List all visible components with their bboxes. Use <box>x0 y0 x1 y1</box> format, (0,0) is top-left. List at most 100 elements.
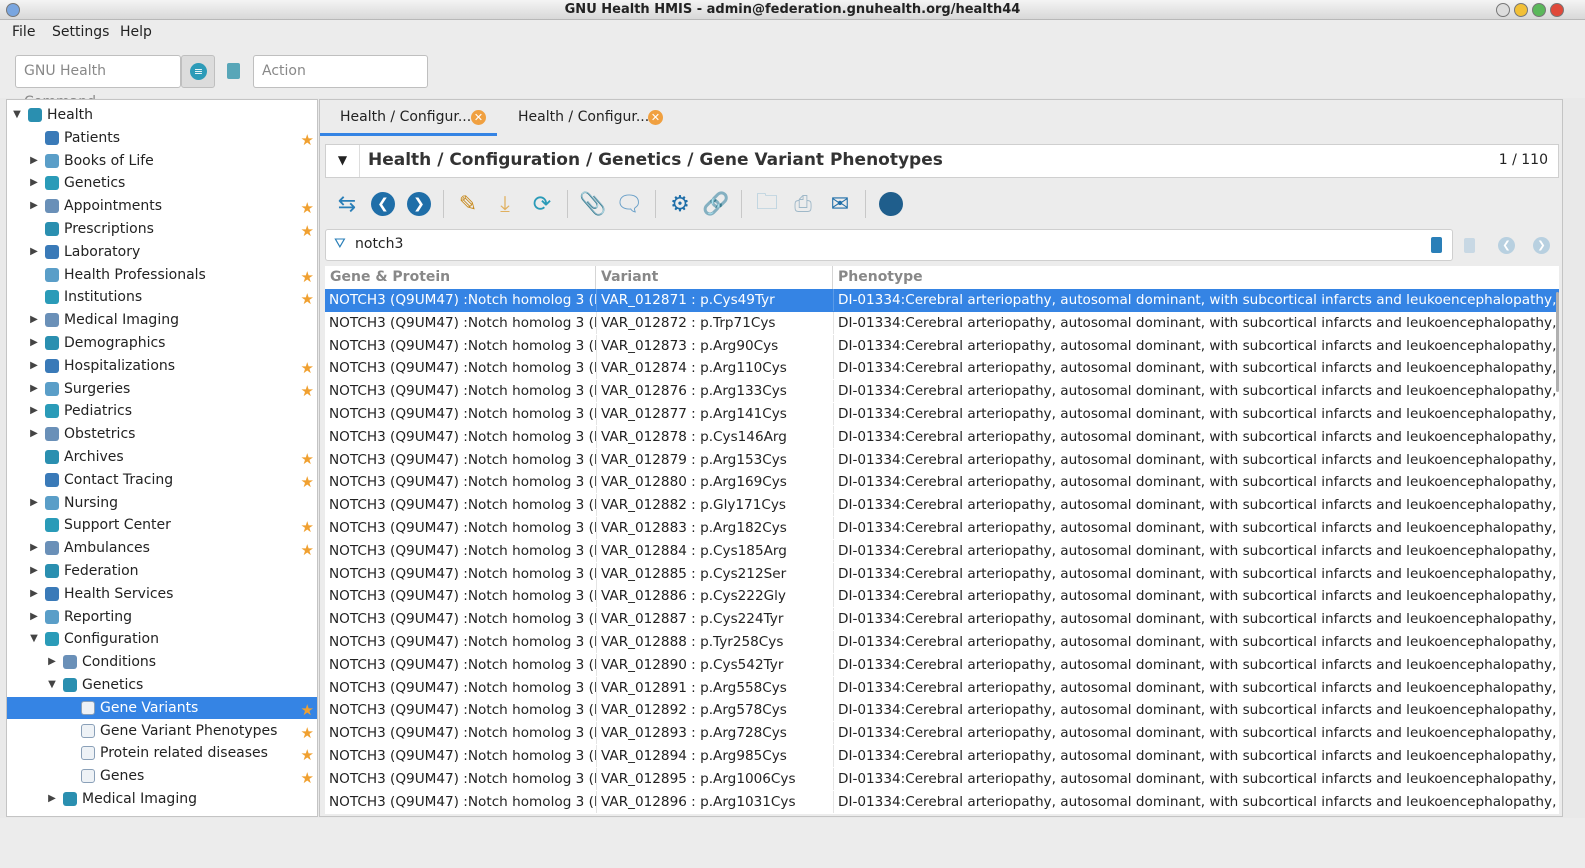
sidebar-item[interactable]: ▶ Medical Imaging <box>7 309 317 331</box>
sidebar-item[interactable]: ▶ Federation <box>7 560 317 582</box>
sidebar-item[interactable]: Institutions ★ <box>7 286 317 308</box>
table-row[interactable]: NOTCH3 (Q9UM47) :Notch homolog 3 (Drosop… <box>325 722 1559 745</box>
favorite-star-icon[interactable]: ★ <box>301 448 314 470</box>
sidebar-item[interactable]: ▶ Laboratory <box>7 241 317 263</box>
sidebar-item[interactable]: Gene Variants ★ <box>7 696 317 721</box>
favorite-star-icon[interactable]: ★ <box>301 539 314 561</box>
tab-gene-variant-phenotypes[interactable]: Health / Configur... ✕ <box>498 100 675 136</box>
table-row[interactable]: NOTCH3 (Q9UM47) :Notch homolog 3 (Drosop… <box>325 494 1559 517</box>
table-row[interactable]: NOTCH3 (Q9UM47) :Notch homolog 3 (Drosop… <box>325 790 1559 814</box>
expand-right-icon[interactable]: ▶ <box>28 309 40 331</box>
table-row[interactable]: NOTCH3 (Q9UM47) :Notch homolog 3 (Drosop… <box>325 767 1559 791</box>
table-row[interactable]: NOTCH3 (Q9UM47) :Notch homolog 3 (Drosop… <box>325 448 1559 472</box>
column-header-gene-protein[interactable]: Gene & Protein <box>325 266 596 289</box>
reload-icon[interactable]: ⟳ <box>528 190 556 218</box>
new-record-icon[interactable]: ✎ <box>454 190 482 218</box>
sidebar-item[interactable]: ▶ Surgeries ★ <box>7 378 317 400</box>
table-row[interactable]: NOTCH3 (Q9UM47) :Notch homolog 3 (Drosop… <box>325 631 1559 654</box>
next-page-icon[interactable]: ❯ <box>1533 237 1550 254</box>
sidebar-item[interactable]: ▶ Demographics <box>7 332 317 354</box>
expand-right-icon[interactable]: ▶ <box>28 355 40 377</box>
menu-file[interactable]: File <box>12 24 35 40</box>
bookmark-filter-icon[interactable] <box>1431 237 1442 253</box>
action-gears-icon[interactable]: ⚙ <box>666 190 694 218</box>
sidebar-item[interactable]: ▶ Appointments ★ <box>7 195 317 217</box>
close-window-icon[interactable] <box>1550 3 1564 17</box>
sidebar-item[interactable]: ▶ Reporting <box>7 606 317 628</box>
sidebar-item[interactable]: Archives ★ <box>7 446 317 468</box>
expand-down-icon[interactable]: ▼ <box>46 674 58 696</box>
sidebar-item[interactable]: ▶ Genetics <box>7 172 317 194</box>
sidebar-item[interactable]: ▶ Medical Imaging <box>7 788 317 810</box>
table-row[interactable]: NOTCH3 (Q9UM47) :Notch homolog 3 (Drosop… <box>325 425 1559 449</box>
close-tab-icon[interactable]: ✕ <box>471 110 486 125</box>
favorite-star-icon[interactable]: ★ <box>301 380 314 402</box>
form-menu-button[interactable]: ▼ <box>326 145 360 177</box>
table-row[interactable]: NOTCH3 (Q9UM47) :Notch homolog 3 (Drosop… <box>325 539 1559 563</box>
sidebar-item[interactable]: Patients ★ <box>7 127 317 149</box>
sidebar-item[interactable]: ▼ Genetics <box>7 674 317 696</box>
expand-right-icon[interactable]: ▶ <box>28 606 40 628</box>
sidebar-item[interactable]: ▶ Health Services <box>7 583 317 605</box>
table-row[interactable]: NOTCH3 (Q9UM47) :Notch homolog 3 (Drosop… <box>325 289 1559 312</box>
expand-right-icon[interactable]: ▶ <box>28 537 40 559</box>
save-icon[interactable]: ⤓ <box>491 190 519 218</box>
table-row[interactable]: NOTCH3 (Q9UM47) :Notch homolog 3 (Drosop… <box>325 585 1559 608</box>
expand-right-icon[interactable]: ▶ <box>28 423 40 445</box>
sidebar-item[interactable]: ▶ Obstetrics <box>7 423 317 445</box>
favorite-star-icon[interactable]: ★ <box>301 699 314 721</box>
expand-right-icon[interactable]: ▶ <box>28 400 40 422</box>
sidebar-item[interactable]: ▶ Hospitalizations ★ <box>7 355 317 377</box>
open-folder-icon[interactable]: 🗀 <box>753 190 781 218</box>
relate-link-icon[interactable]: 🔗 <box>702 190 730 218</box>
next-record-icon[interactable]: ❯ <box>405 190 433 218</box>
action-input[interactable]: Action <box>253 55 428 88</box>
previous-record-icon[interactable]: ❮ <box>369 190 397 218</box>
expand-right-icon[interactable]: ▶ <box>28 332 40 354</box>
email-icon[interactable]: ✉ <box>826 190 854 218</box>
close-tab-icon[interactable]: ✕ <box>648 110 663 125</box>
sidebar-item[interactable]: ▼ Configuration <box>7 628 317 650</box>
menu-settings[interactable]: Settings <box>52 24 109 40</box>
table-row[interactable]: NOTCH3 (Q9UM47) :Notch homolog 3 (Drosop… <box>325 380 1559 403</box>
bookmark-list-icon[interactable] <box>1464 238 1475 253</box>
maximize-window-icon[interactable] <box>1532 3 1546 17</box>
table-row[interactable]: NOTCH3 (Q9UM47) :Notch homolog 3 (Drosop… <box>325 517 1559 540</box>
previous-page-icon[interactable]: ❮ <box>1498 237 1515 254</box>
expand-down-icon[interactable]: ▼ <box>11 104 23 126</box>
expand-right-icon[interactable]: ▶ <box>28 492 40 514</box>
sidebar-item[interactable]: Support Center ★ <box>7 514 317 536</box>
table-row[interactable]: NOTCH3 (Q9UM47) :Notch homolog 3 (Drosop… <box>325 653 1559 677</box>
expand-right-icon[interactable]: ▶ <box>28 378 40 400</box>
favorite-star-icon[interactable]: ★ <box>301 744 314 766</box>
expand-right-icon[interactable]: ▶ <box>46 788 58 810</box>
expand-right-icon[interactable]: ▶ <box>28 195 40 217</box>
expand-right-icon[interactable]: ▶ <box>46 651 58 673</box>
favorite-star-icon[interactable]: ★ <box>301 722 314 744</box>
table-row[interactable]: NOTCH3 (Q9UM47) :Notch homolog 3 (Drosop… <box>325 745 1559 768</box>
sidebar-item[interactable]: ▼ Health <box>7 104 317 126</box>
sidebar-item[interactable]: ▶ Nursing <box>7 492 317 514</box>
sidebar-item[interactable]: Health Professionals ★ <box>7 264 317 286</box>
bookmark-icon[interactable] <box>227 63 240 79</box>
expand-right-icon[interactable]: ▶ <box>28 241 40 263</box>
favorite-star-icon[interactable]: ★ <box>301 266 314 288</box>
vertical-scrollbar[interactable] <box>1556 292 1559 392</box>
table-row[interactable]: NOTCH3 (Q9UM47) :Notch homolog 3 (Drosop… <box>325 562 1559 586</box>
table-row[interactable]: NOTCH3 (Q9UM47) :Notch homolog 3 (Drosop… <box>325 334 1559 358</box>
favorite-star-icon[interactable]: ★ <box>301 516 314 538</box>
notes-icon[interactable]: 🗨 <box>615 190 643 218</box>
column-header-variant[interactable]: Variant <box>596 266 833 289</box>
web-globe-icon[interactable] <box>877 190 905 218</box>
table-row[interactable]: NOTCH3 (Q9UM47) :Notch homolog 3 (Drosop… <box>325 608 1559 631</box>
minimize-window-icon[interactable] <box>1514 3 1528 17</box>
table-row[interactable]: NOTCH3 (Q9UM47) :Notch homolog 3 (Drosop… <box>325 471 1559 494</box>
shade-window-icon[interactable] <box>1496 3 1510 17</box>
sidebar-item[interactable]: Gene Variant Phenotypes ★ <box>7 720 317 742</box>
favorite-star-icon[interactable]: ★ <box>301 220 314 242</box>
sidebar-item[interactable]: Prescriptions ★ <box>7 218 317 240</box>
table-row[interactable]: NOTCH3 (Q9UM47) :Notch homolog 3 (Drosop… <box>325 676 1559 700</box>
sidebar-item[interactable]: ▶ Conditions <box>7 651 317 673</box>
sidebar-item[interactable]: Protein related diseases ★ <box>7 742 317 764</box>
expand-right-icon[interactable]: ▶ <box>28 583 40 605</box>
